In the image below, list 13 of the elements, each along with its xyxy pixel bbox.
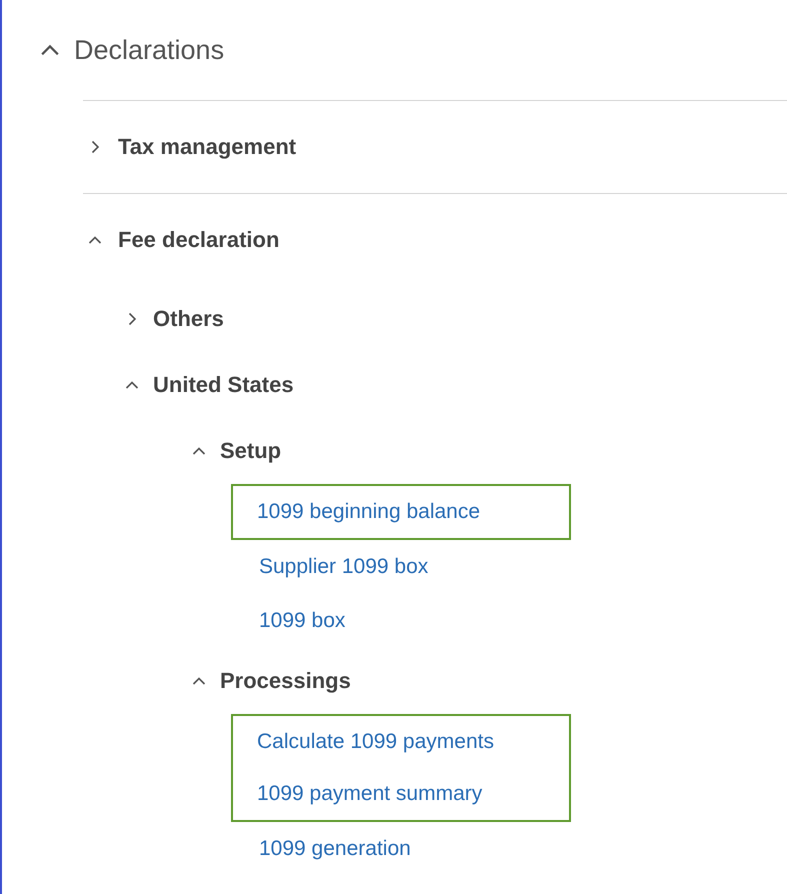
- tree-node[interactable]: Declarations: [2, 0, 787, 100]
- menu-link[interactable]: 1099 payment summary: [257, 782, 482, 806]
- menu-link[interactable]: 1099 beginning balance: [257, 500, 480, 524]
- tree-node[interactable]: Processings: [192, 648, 787, 714]
- menu-link[interactable]: Supplier 1099 box: [259, 555, 428, 579]
- tree-node[interactable]: Tax management: [83, 100, 787, 193]
- menu-link[interactable]: 1099 generation: [259, 837, 411, 861]
- tree-node[interactable]: Fee declaration: [83, 193, 787, 286]
- tree-node[interactable]: Setup: [192, 418, 787, 484]
- tree-node[interactable]: Others: [125, 286, 787, 352]
- menu-link[interactable]: Calculate 1099 payments: [257, 730, 494, 754]
- tree-node[interactable]: United States: [125, 352, 787, 418]
- menu-link[interactable]: 1099 box: [259, 609, 346, 633]
